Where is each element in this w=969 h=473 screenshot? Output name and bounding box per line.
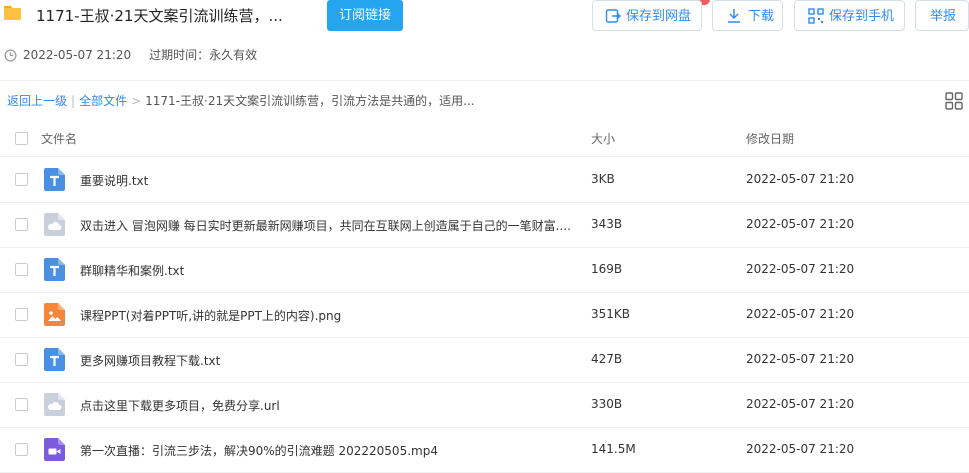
- created-time: 2022-05-07 21:20: [23, 48, 132, 62]
- row-checkbox[interactable]: [15, 353, 28, 366]
- table-row[interactable]: 课程PPT(对着PPT听,讲的就是PPT上的内容).png 351KB 2022-0…: [0, 292, 969, 338]
- row-checkbox[interactable]: [15, 443, 28, 456]
- file-name[interactable]: 双击进入 冒泡网赚 每日实时更新最新网赚项目，共同在互联网上创造属于自己的一笔财…: [80, 217, 580, 234]
- file-name[interactable]: 重要说明.txt: [80, 172, 580, 189]
- row-checkbox[interactable]: [15, 263, 28, 276]
- file-size: 351KB: [591, 307, 631, 321]
- txt-file-icon: [44, 168, 65, 191]
- image-file-icon: [44, 303, 65, 326]
- file-date: 2022-05-07 21:20: [746, 262, 855, 276]
- breadcrumb-separator: |: [71, 94, 76, 108]
- file-date: 2022-05-07 21:20: [746, 307, 855, 321]
- file-date: 2022-05-07 21:20: [746, 217, 855, 231]
- file-name[interactable]: 点击这里下载更多项目，免费分享.url: [80, 397, 580, 414]
- file-size: 3KB: [591, 172, 615, 186]
- file-name[interactable]: 更多网赚项目教程下载.txt: [80, 352, 580, 369]
- file-size: 141.5M: [591, 442, 636, 456]
- share-header: 1171-王叔·21天文案引流训练营，... 订阅链接 保存到网盘 下载 保存到…: [0, 0, 969, 81]
- expire-time: 过期时间：永久有效: [149, 48, 258, 62]
- table-row[interactable]: 群聊精华和案例.txt 169B 2022-05-07 21:20: [0, 247, 969, 293]
- save-to-phone-label: 保存到手机: [829, 9, 895, 24]
- share-title: 1171-王叔·21天文案引流训练营，...: [36, 7, 283, 25]
- file-size: 330B: [591, 397, 623, 411]
- table-row[interactable]: 第一次直播：引流三步法，解决90%的引流难题 202220505.mp4 141.…: [0, 427, 969, 473]
- table-row[interactable]: 重要说明.txt 3KB 2022-05-07 21:20: [0, 157, 969, 203]
- table-header: 文件名 大小 修改日期: [0, 118, 969, 157]
- clock-icon: [4, 49, 17, 62]
- select-all-checkbox[interactable]: [15, 132, 28, 145]
- table-row[interactable]: 更多网赚项目教程下载.txt 427B 2022-05-07 21:20: [0, 337, 969, 383]
- download-button[interactable]: 下载: [712, 0, 783, 31]
- txt-file-icon: [44, 258, 65, 281]
- share-meta: 2022-05-07 21:20 过期时间：永久有效: [4, 46, 257, 63]
- report-label: 举报: [930, 9, 957, 24]
- file-size: 343B: [591, 217, 623, 231]
- file-date: 2022-05-07 21:20: [746, 397, 855, 411]
- video-file-icon: [44, 438, 65, 461]
- qrcode-icon: [808, 8, 824, 24]
- file-size: 169B: [591, 262, 623, 276]
- file-name[interactable]: 群聊精华和案例.txt: [80, 262, 580, 279]
- folder-icon: [4, 6, 21, 20]
- breadcrumb: 返回上一级 | 全部文件 >1171-王叔·21天文案引流训练营，引流方法是共通的，适…: [7, 92, 475, 109]
- txt-file-icon: [44, 348, 65, 371]
- table-row[interactable]: 双击进入 冒泡网赚 每日实时更新最新网赚项目，共同在互联网上创造属于自己的一笔财…: [0, 202, 969, 248]
- row-checkbox[interactable]: [15, 398, 28, 411]
- row-checkbox[interactable]: [15, 173, 28, 186]
- column-size: 大小: [591, 132, 616, 146]
- grid-view-icon[interactable]: [945, 92, 963, 110]
- download-label: 下载: [748, 9, 775, 24]
- current-folder: 1171-王叔·21天文案引流训练营，引流方法是共通的，适用...: [145, 94, 475, 108]
- save-icon: [605, 9, 621, 23]
- row-checkbox[interactable]: [15, 308, 28, 321]
- column-date: 修改日期: [746, 132, 795, 146]
- save-to-pan-label: 保存到网盘: [626, 9, 692, 24]
- breadcrumb-arrow: >: [131, 94, 142, 108]
- cloud-file-icon: [44, 393, 65, 416]
- file-date: 2022-05-07 21:20: [746, 172, 855, 186]
- column-name: 文件名: [41, 132, 78, 146]
- cloud-file-icon: [44, 213, 65, 236]
- all-files-link[interactable]: 全部文件: [79, 94, 127, 108]
- file-date: 2022-05-07 21:20: [746, 352, 855, 366]
- file-name[interactable]: 课程PPT(对着PPT听,讲的就是PPT上的内容).png: [80, 307, 580, 324]
- row-checkbox[interactable]: [15, 218, 28, 231]
- file-size: 427B: [591, 352, 623, 366]
- file-date: 2022-05-07 21:20: [746, 442, 855, 456]
- report-button[interactable]: 举报: [915, 0, 969, 31]
- save-to-phone-button[interactable]: 保存到手机: [794, 0, 905, 31]
- subscribe-button[interactable]: 订阅链接: [327, 0, 403, 31]
- file-name[interactable]: 第一次直播：引流三步法，解决90%的引流难题 202220505.mp4: [80, 442, 580, 459]
- download-icon: [728, 9, 740, 23]
- back-link[interactable]: 返回上一级: [7, 94, 67, 108]
- save-to-pan-button[interactable]: 保存到网盘: [592, 0, 702, 31]
- table-row[interactable]: 点击这里下载更多项目，免费分享.url 330B 2022-05-07 21:20: [0, 382, 969, 428]
